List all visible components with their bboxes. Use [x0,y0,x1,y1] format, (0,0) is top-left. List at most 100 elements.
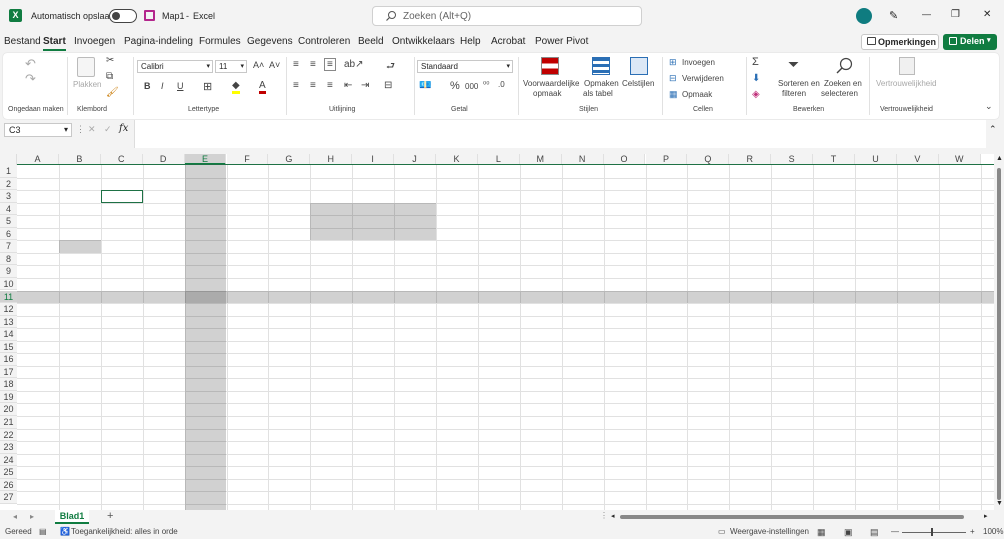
search-icon[interactable] [835,57,853,75]
paste-label[interactable]: Plakken [73,80,101,89]
autosum-button[interactable]: Σ [752,56,759,68]
avatar[interactable] [856,8,872,24]
font-size-select[interactable]: 11 ▾ [215,60,247,73]
zoom-in-button[interactable]: + [970,527,975,536]
bold-button[interactable]: B [144,81,151,91]
row-header[interactable]: 3 [0,190,17,203]
align-right-icon[interactable]: ≡ [327,80,333,91]
name-box[interactable]: C3 ▾ [4,123,72,137]
macro-icon[interactable]: ▤ [39,527,47,536]
cut-icon[interactable]: ✂ [106,55,114,66]
insert-function-button[interactable]: fx [119,123,128,134]
font-color-icon[interactable]: A [259,80,266,94]
row-header[interactable]: 10 [0,277,17,291]
italic-button[interactable]: I [161,81,164,91]
row-header[interactable]: 24 [0,453,17,467]
row-header[interactable]: 11 [0,290,17,304]
shrink-font-button[interactable]: A˅ [269,60,280,70]
clear-icon[interactable]: ◈ [752,89,760,100]
row-header[interactable]: 5 [0,215,17,228]
tab-formules[interactable]: Formules [199,36,241,47]
scroll-up-icon[interactable]: ▲ [996,155,1003,162]
fill-color-icon[interactable]: ◆ [232,80,240,94]
prev-sheet-icon[interactable]: ◂ [13,512,17,521]
row-header[interactable]: 23 [0,441,17,454]
sheet-tab-blad1[interactable]: Blad1 [55,510,89,524]
row-header[interactable]: 27 [0,491,17,504]
sensitivity-icon[interactable] [899,57,915,75]
sort-filter-icon[interactable]: ⏷ [788,56,799,73]
share-dropdown-icon[interactable]: ▾ [987,36,991,44]
active-cell[interactable] [100,190,143,203]
vertical-scroll-thumb[interactable] [997,168,1001,500]
format-cells-button[interactable]: Opmaak [682,90,712,99]
tab-start[interactable]: Start [43,36,66,51]
row-header[interactable]: 6 [0,227,17,241]
zoom-level[interactable]: 100% [983,527,1003,536]
vertical-scrollbar[interactable]: ▲ ▼ [994,154,1004,510]
accessibility-status[interactable]: Toegankelijkheid: alles in orde [71,527,178,536]
tab-invoegen[interactable]: Invoegen [74,36,115,47]
scroll-down-icon[interactable]: ▼ [996,500,1003,507]
enter-formula-button[interactable]: ✓ [104,124,112,135]
pen-icon[interactable]: ✎ [889,9,898,22]
conditional-format-icon[interactable] [541,57,559,75]
row-header[interactable]: 1 [0,165,17,178]
format-icon[interactable]: ▦ [669,89,678,100]
increase-indent-icon[interactable]: ⇥ [361,80,369,91]
row-header[interactable]: 4 [0,202,17,216]
sort-filter-label-2[interactable]: filteren [782,89,806,98]
insert-icon[interactable]: ⊞ [669,57,677,68]
sensitivity-button[interactable]: Vertrouwelijkheid [876,79,936,88]
thousands-button[interactable]: 000 [465,82,478,91]
display-settings-button[interactable]: Weergave-instellingen [730,527,809,536]
selection-cell-b7[interactable] [58,240,101,253]
horizontal-scroll-thumb[interactable] [620,515,964,519]
align-middle-icon[interactable]: ≡ [310,59,316,70]
zoom-out-button[interactable]: — [891,527,899,536]
cell-styles-icon[interactable] [630,57,648,75]
scroll-right-icon[interactable]: ▸ [984,512,988,520]
format-table-label[interactable]: Opmaken [584,79,619,88]
expand-formula-icon[interactable]: ⌃ [989,124,997,135]
selection-row-11[interactable] [17,290,994,304]
tab-pagina-indeling[interactable]: Pagina-indeling [124,36,193,47]
row-header[interactable]: 22 [0,428,17,442]
border-icon[interactable]: ⊞ [203,80,212,93]
selection-column-e[interactable] [184,165,227,510]
wrap-text-icon[interactable]: ⮐ [386,59,395,76]
sort-filter-label[interactable]: Sorteren en [778,79,820,88]
paste-icon[interactable] [77,57,95,77]
number-format-select[interactable]: Standaard ▾ [417,60,513,73]
close-button[interactable]: ✕ [983,9,991,20]
align-center-icon[interactable]: ≡ [310,80,316,91]
tab-ontwikkelaars[interactable]: Ontwikkelaars [392,36,455,47]
row-header[interactable]: 26 [0,478,17,492]
find-select-label[interactable]: Zoeken en [824,79,862,88]
row-header[interactable]: 17 [0,365,17,379]
percent-button[interactable]: % [450,80,460,92]
share-button[interactable]: Delen ▾ [943,34,997,50]
row-header[interactable]: 2 [0,177,17,191]
zoom-slider-thumb[interactable] [931,528,933,536]
conditional-format-label[interactable]: Voorwaardelijke [523,79,579,88]
decrease-indent-icon[interactable]: ⇤ [344,80,352,91]
row-header[interactable]: 12 [0,303,17,316]
row-header[interactable]: 15 [0,340,17,354]
conditional-format-label-2[interactable]: opmaak [533,89,561,98]
row-header[interactable]: 8 [0,252,17,266]
display-settings-icon[interactable]: ▭ [718,527,726,536]
tab-bestand[interactable]: Bestand [4,36,41,47]
decrease-decimal-icon[interactable]: .0 [498,80,505,89]
cancel-formula-button[interactable]: ✕ [88,124,96,135]
autosave-toggle[interactable] [109,9,137,23]
row-header[interactable]: 14 [0,328,17,341]
find-select-label-2[interactable]: selecteren [821,89,858,98]
tab-controleren[interactable]: Controleren [298,36,350,47]
row-header[interactable]: 21 [0,416,17,429]
format-table-label-2[interactable]: als tabel [583,89,613,98]
row-header[interactable]: 7 [0,240,17,253]
currency-icon[interactable]: 💶 [419,80,431,91]
align-left-icon[interactable]: ≡ [293,80,299,91]
tab-acrobat[interactable]: Acrobat [491,36,525,47]
